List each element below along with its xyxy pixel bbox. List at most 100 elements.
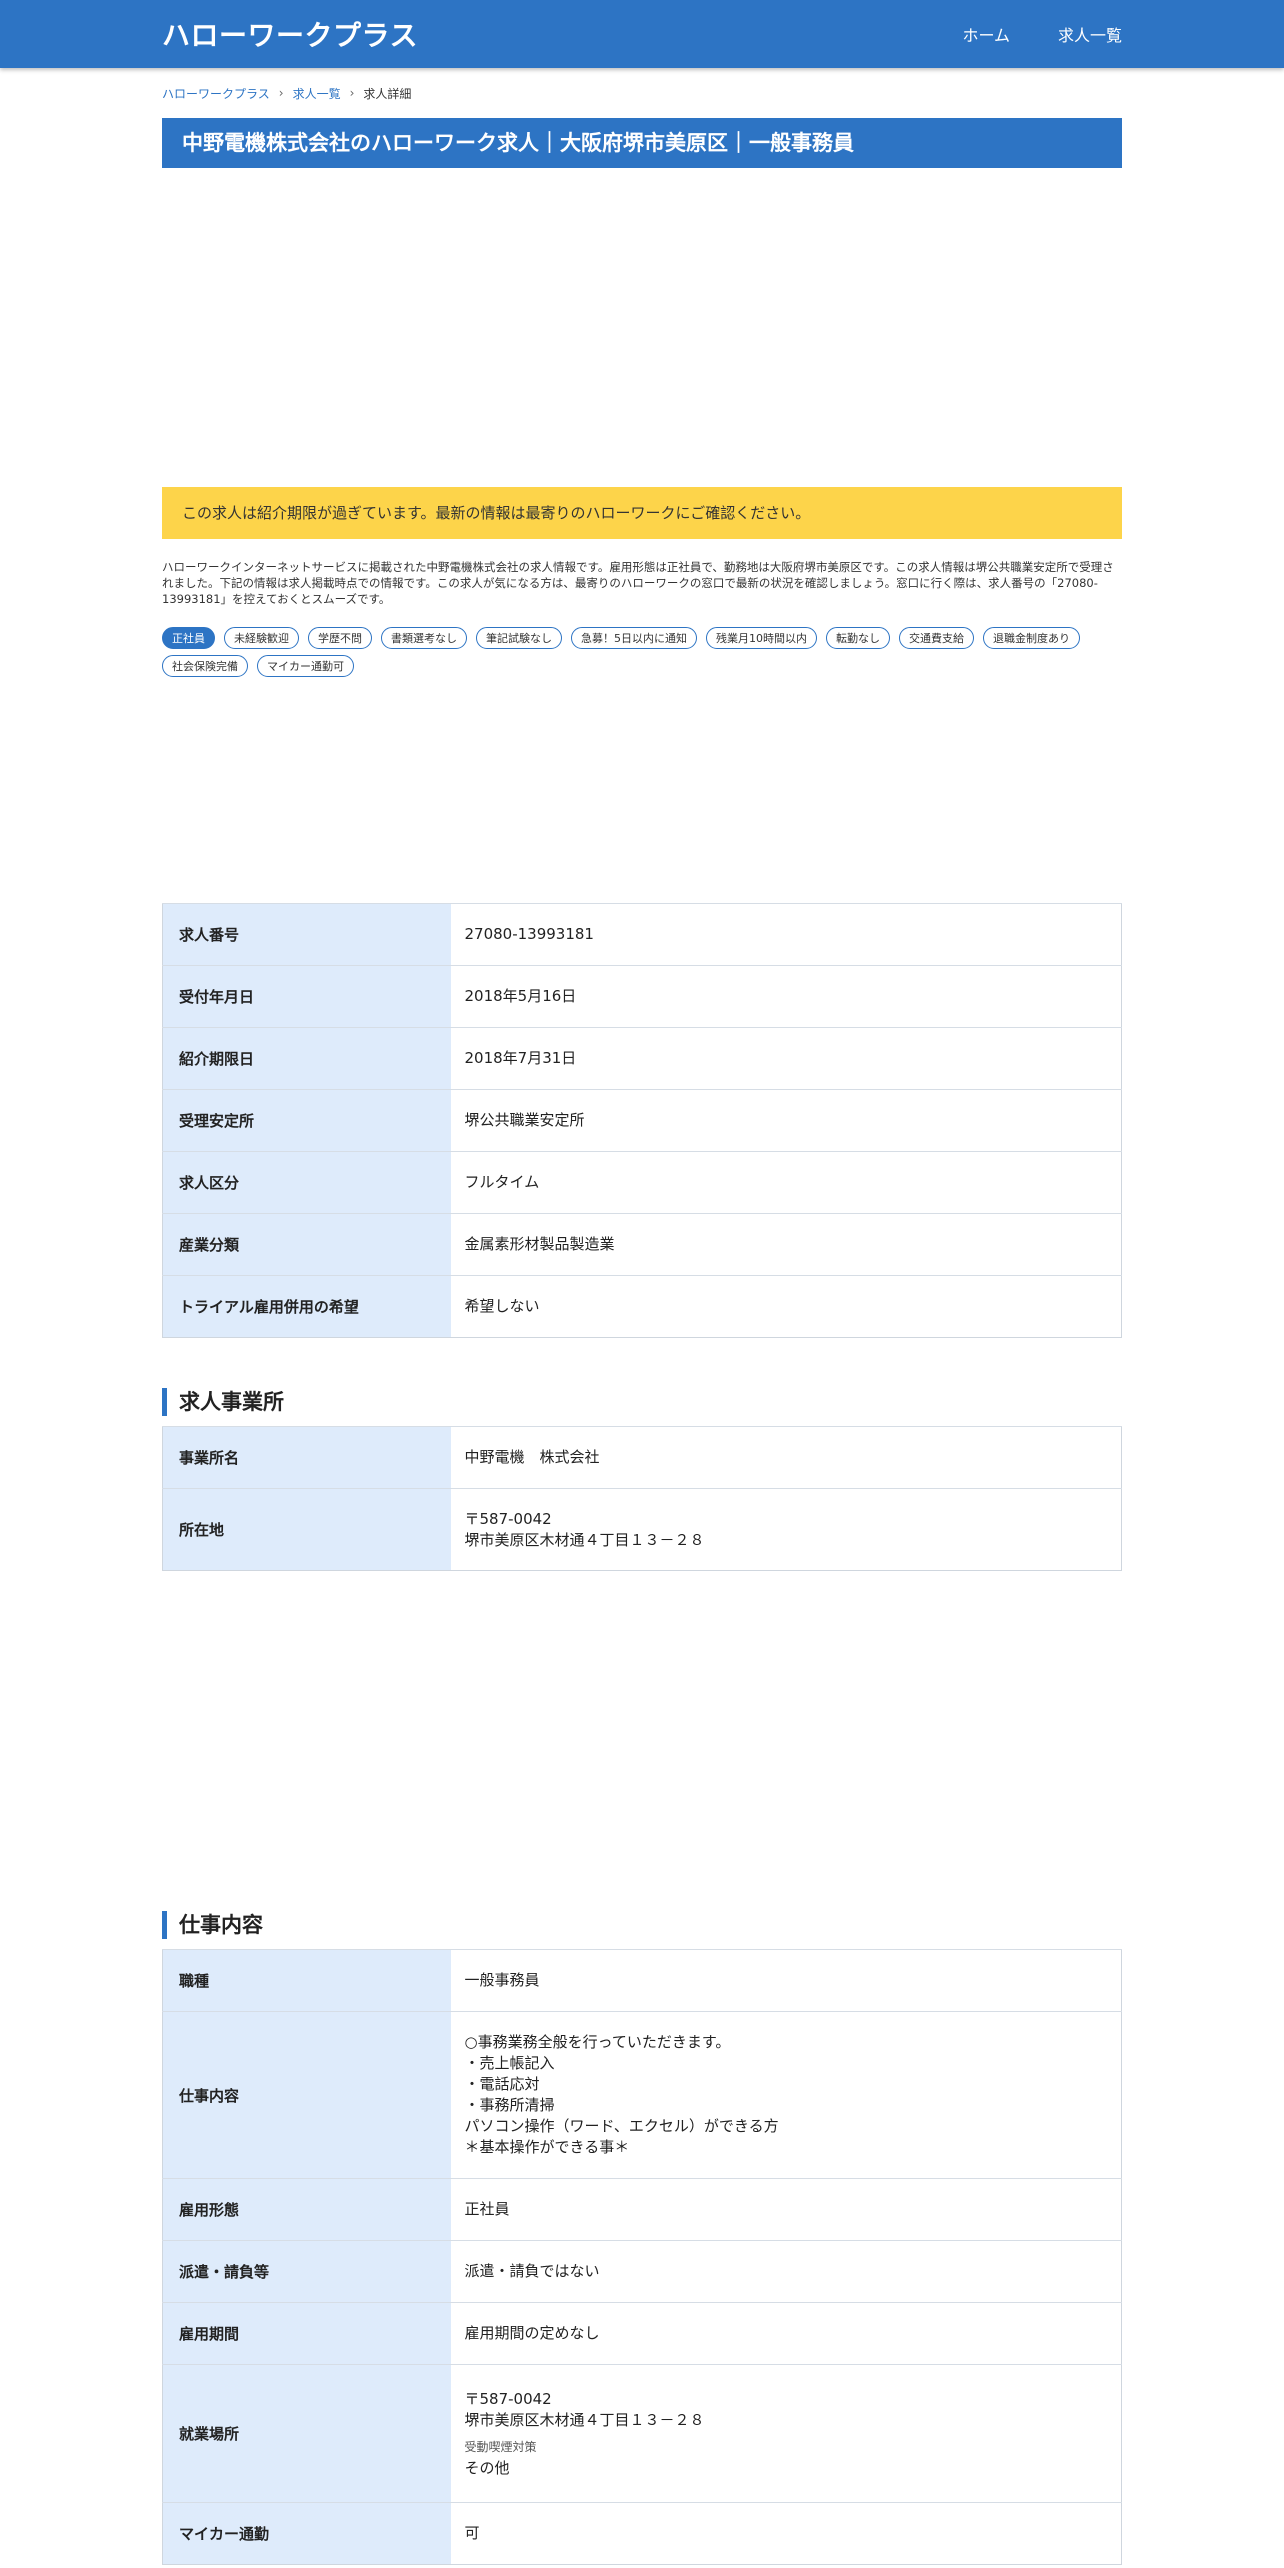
row-value: ○事務業務全般を行っていただきます。 ・売上帳記入 ・電話応対 ・事務所清掃 パ…	[464, 2033, 779, 2157]
office-info-table: 事業所名 中野電機 株式会社 所在地 〒587-0042 堺市美原区木材通４丁目１３－…	[162, 1426, 1122, 1572]
chevron-right-icon: ›	[349, 86, 355, 100]
tag-list: 正社員 未経験歓迎 学歴不問 書類選考なし 筆記試験なし 急募！5日以内に通知 残業月10時…	[162, 627, 1122, 678]
tag-badge: 急募！5日以内に通知	[571, 627, 697, 650]
table-row: 派遣・請負等 派遣・請負ではない	[162, 2240, 1122, 2303]
table-row: 求人番号 27080-13993181	[162, 903, 1122, 966]
row-value: フルタイム	[464, 1173, 540, 1192]
row-label: トライアル雇用併用の希望	[162, 1275, 451, 1338]
tag-badge: 書類選考なし	[381, 627, 467, 650]
table-row: 仕事内容 ○事務業務全般を行っていただきます。 ・売上帳記入 ・電話応対 ・事務所…	[162, 2011, 1122, 2179]
row-label: 派遣・請負等	[162, 2240, 451, 2303]
row-value: 雇用期間の定めなし	[464, 2324, 600, 2343]
row-label: 紹介期限日	[162, 1027, 451, 1090]
row-label: 求人区分	[162, 1151, 451, 1214]
tag-badge: 未経験歓迎	[224, 627, 299, 650]
row-label: マイカー通勤	[162, 2502, 451, 2565]
tag-badge: 交通費支給	[899, 627, 974, 650]
breadcrumb-current: 求人詳細	[363, 86, 412, 101]
tag-badge: 残業月10時間以内	[706, 627, 817, 650]
site-title-link[interactable]: ハローワークプラス	[162, 14, 418, 54]
site-header: ハローワークプラス ホーム 求人一覧	[0, 0, 1284, 68]
row-value-cell: 堺公共職業安定所	[450, 1089, 1122, 1152]
table-row: 産業分類 金属素形材製品製造業	[162, 1213, 1122, 1276]
row-label: 雇用期間	[162, 2302, 451, 2365]
row-label: 事業所名	[162, 1426, 451, 1489]
row-value: 希望しない	[464, 1297, 540, 1316]
work-info-table: 職種 一般事務員 仕事内容 ○事務業務全般を行っていただきます。 ・売上帳記入 ・電話…	[162, 1949, 1122, 2566]
chevron-right-icon: ›	[278, 86, 284, 100]
table-row: 受付年月日 2018年5月16日	[162, 965, 1122, 1028]
table-row: 就業場所 〒587-0042 堺市美原区木材通４丁目１３－２８ 受動喫煙対策その他	[162, 2364, 1122, 2503]
row-value-cell: 2018年7月31日	[450, 1027, 1122, 1090]
row-label: 所在地	[162, 1488, 451, 1571]
row-value-cell: フルタイム	[450, 1151, 1122, 1214]
table-row: 受理安定所 堺公共職業安定所	[162, 1089, 1122, 1152]
row-value-cell: 希望しない	[450, 1275, 1122, 1338]
row-value-cell: 金属素形材製品製造業	[450, 1213, 1122, 1276]
row-value: 正社員	[464, 2200, 510, 2219]
ad-space	[162, 677, 1122, 903]
row-value-cell: 〒587-0042 堺市美原区木材通４丁目１３－２８ 受動喫煙対策その他	[450, 2364, 1122, 2503]
row-value: 金属素形材製品製造業	[464, 1235, 615, 1254]
row-value-cell: 〒587-0042 堺市美原区木材通４丁目１３－２８	[450, 1488, 1122, 1571]
row-value-cell: ○事務業務全般を行っていただきます。 ・売上帳記入 ・電話応対 ・事務所清掃 パ…	[450, 2011, 1122, 2179]
expired-notice: この求人は紹介期限が過ぎています。最新の情報は最寄りのハローワークにご確認くださ…	[162, 487, 1122, 540]
row-value-cell: 雇用期間の定めなし	[450, 2302, 1122, 2365]
breadcrumb: ハローワークプラス › 求人一覧 › 求人詳細	[162, 84, 1122, 102]
row-label: 雇用形態	[162, 2178, 451, 2241]
page-title: 中野電機株式会社のハローワーク求人｜大阪府堺市美原区｜一般事務員	[162, 118, 1122, 168]
basic-info-table: 求人番号 27080-13993181 受付年月日 2018年5月16日紹介期限日 20…	[162, 903, 1122, 1339]
breadcrumb-home-link[interactable]: ハローワークプラス	[162, 85, 270, 102]
row-label: 受付年月日	[162, 965, 451, 1028]
table-row: 雇用期間 雇用期間の定めなし	[162, 2302, 1122, 2365]
nav-home-link[interactable]: ホーム	[962, 22, 1010, 46]
intro-text: ハローワークインターネットサービスに掲載された中野電機株式会社の求人情報です。雇…	[162, 560, 1114, 607]
row-value: 中野電機 株式会社	[464, 1448, 600, 1467]
ad-space	[162, 182, 1122, 487]
tag-badge: 正社員	[162, 627, 215, 650]
row-value: 堺公共職業安定所	[464, 1111, 585, 1130]
row-label: 産業分類	[162, 1213, 451, 1276]
tag-badge: マイカー通勤可	[257, 655, 354, 678]
row-value: 27080-13993181	[464, 925, 594, 944]
row-value: 可	[464, 2524, 480, 2543]
row-value-cell: 可	[450, 2502, 1122, 2565]
table-row: 所在地 〒587-0042 堺市美原区木材通４丁目１３－２８	[162, 1488, 1122, 1571]
row-sub-value: その他	[464, 2458, 510, 2477]
table-row: 雇用形態 正社員	[162, 2178, 1122, 2241]
row-value-cell: 一般事務員	[450, 1949, 1122, 2012]
table-row: マイカー通勤可	[162, 2502, 1122, 2565]
row-value: 2018年5月16日	[464, 987, 577, 1006]
table-row: 事業所名 中野電機 株式会社	[162, 1426, 1122, 1489]
office-section-heading: 求人事業所	[162, 1388, 1122, 1417]
row-value: 〒587-0042 堺市美原区木材通４丁目１３－２８	[464, 2389, 705, 2429]
row-value: 2018年7月31日	[464, 1049, 577, 1068]
tag-badge: 退職金制度あり	[983, 627, 1080, 650]
row-label: 仕事内容	[162, 2011, 451, 2179]
tag-badge: 転勤なし	[826, 627, 890, 650]
row-value-cell: 中野電機 株式会社	[450, 1426, 1122, 1489]
table-row: トライアル雇用併用の希望 希望しない	[162, 1275, 1122, 1338]
breadcrumb-list-link[interactable]: 求人一覧	[293, 85, 341, 102]
row-value: 派遣・請負ではない	[464, 2262, 600, 2281]
tag-badge: 学歴不問	[308, 627, 372, 650]
row-label: 求人番号	[162, 903, 451, 966]
work-section-heading: 仕事内容	[162, 1911, 1122, 1940]
row-value-cell: 正社員	[450, 2178, 1122, 2241]
row-value-cell: 派遣・請負ではない	[450, 2240, 1122, 2303]
tag-badge: 筆記試験なし	[476, 627, 562, 650]
main-nav: ホーム 求人一覧	[962, 22, 1122, 46]
row-value: 一般事務員	[464, 1971, 540, 1990]
row-value-cell: 2018年5月16日	[450, 965, 1122, 1028]
row-label: 受理安定所	[162, 1089, 451, 1152]
table-row: 紹介期限日 2018年7月31日	[162, 1027, 1122, 1090]
row-sub-label: 受動喫煙対策	[464, 2439, 537, 2454]
row-value-cell: 27080-13993181	[450, 903, 1122, 966]
row-label: 就業場所	[162, 2364, 451, 2503]
tag-badge: 社会保険完備	[162, 655, 248, 678]
row-value: 〒587-0042 堺市美原区木材通４丁目１３－２８	[464, 1509, 705, 1549]
row-label: 職種	[162, 1949, 451, 2012]
nav-jobs-link[interactable]: 求人一覧	[1058, 22, 1122, 46]
table-row: 職種 一般事務員	[162, 1949, 1122, 2012]
table-row: 求人区分 フルタイム	[162, 1151, 1122, 1214]
